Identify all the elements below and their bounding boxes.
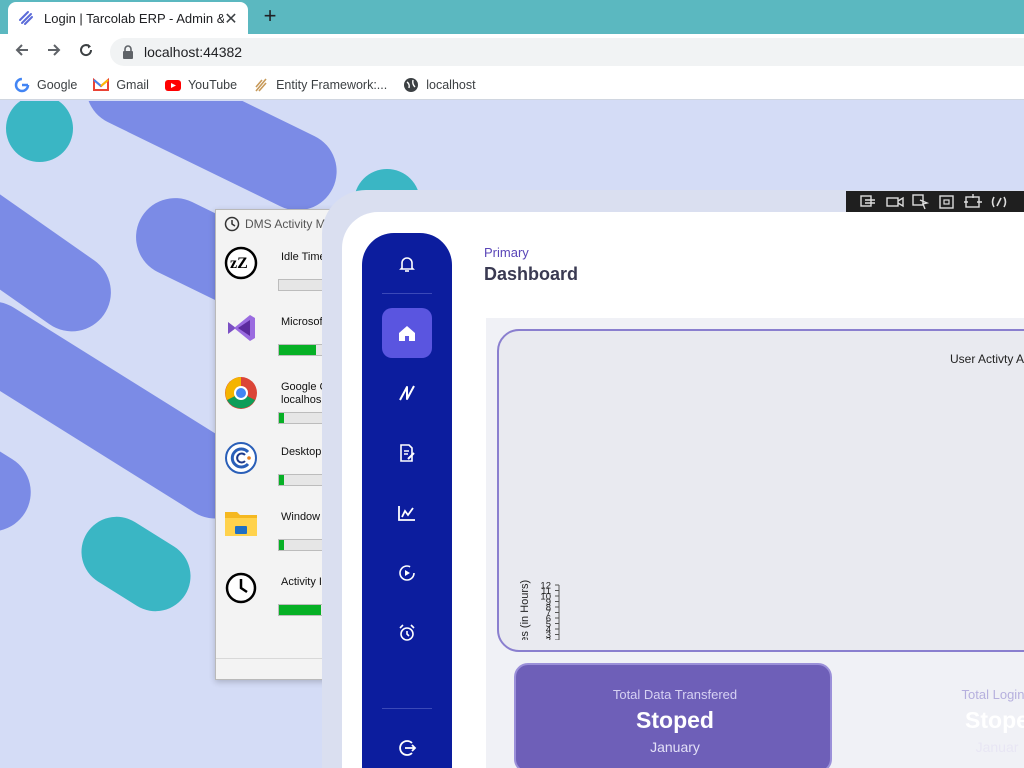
back-button[interactable] xyxy=(11,41,33,63)
sidebar-logout[interactable] xyxy=(382,723,432,768)
clock-icon xyxy=(225,572,257,604)
bookmark-gmail[interactable]: Gmail xyxy=(93,77,149,93)
stat-value: Stope xyxy=(965,707,1024,733)
dms-app-name: Idle Time xyxy=(281,251,326,263)
chart-icon xyxy=(398,506,415,521)
desktop-app-icon xyxy=(225,442,257,474)
bookmark-label: Google xyxy=(37,77,78,92)
stat-month: January xyxy=(650,739,700,755)
layout-adorners-icon[interactable] xyxy=(938,194,956,210)
decor-band xyxy=(72,101,350,224)
entity-framework-icon xyxy=(255,77,267,92)
sidebar-divider xyxy=(382,708,432,709)
url-text: localhost:44382 xyxy=(144,44,243,60)
reload-button[interactable] xyxy=(75,41,97,63)
page-title: Dashboard xyxy=(484,264,579,284)
dms-app-name: Google C localhos xyxy=(281,381,327,406)
live-tree-icon[interactable] xyxy=(860,194,878,210)
bookmark-label: localhost xyxy=(426,77,476,92)
sidebar-documents[interactable] xyxy=(382,428,432,478)
visual-studio-icon xyxy=(228,315,255,341)
arrow-right-icon xyxy=(48,44,61,56)
forward-button[interactable] xyxy=(43,41,65,63)
history-icon xyxy=(399,565,415,581)
breadcrumb[interactable]: Primary xyxy=(484,245,529,260)
sidebar-history[interactable] xyxy=(382,548,432,598)
browser-toolbar: localhost:44382 xyxy=(0,34,1024,70)
dms-app-name: Activity I xyxy=(281,576,322,588)
camera-icon[interactable] xyxy=(886,194,904,210)
decor-circle xyxy=(6,101,73,162)
globe-icon xyxy=(404,77,419,92)
arrow-left-icon xyxy=(15,44,28,56)
alarm-icon xyxy=(399,624,415,641)
sidebar-home[interactable] xyxy=(382,308,432,358)
dms-app-name: Window xyxy=(281,511,321,523)
y-axis-label: Uses (in Hours) xyxy=(519,580,531,640)
lock-icon xyxy=(123,45,133,59)
dms-progress-fill xyxy=(279,540,285,550)
devtools-toolbar xyxy=(846,191,1024,213)
dms-app-name: Microsof xyxy=(281,316,323,328)
bookmark-youtube[interactable]: YouTube xyxy=(164,77,238,93)
tab-title: Login | Tarcolab ERP - Admin & D xyxy=(44,10,224,26)
track-focus-icon[interactable] xyxy=(964,194,982,210)
stat-month: Januar xyxy=(975,739,1019,755)
sidebar-analytics[interactable] xyxy=(382,488,432,538)
decor-pill xyxy=(68,503,204,625)
sidebar-notifications[interactable] xyxy=(382,239,432,289)
chrome-icon xyxy=(225,377,257,409)
svg-text:zZ: zZ xyxy=(230,255,248,272)
sidebar-merge[interactable] xyxy=(382,368,432,418)
app-sidebar xyxy=(362,233,452,768)
bookmark-entity-framework[interactable]: Entity Framework:... xyxy=(253,77,387,93)
address-bar[interactable]: localhost:44382 xyxy=(110,38,1024,66)
dms-progress-fill xyxy=(279,413,285,423)
stat-label: Total Data Transfered xyxy=(612,687,738,702)
google-icon xyxy=(14,77,30,92)
dms-progress-fill xyxy=(279,345,317,355)
app-window: Primary Dashboard User Activty A 0123456… xyxy=(342,212,1024,768)
stat-card-data-transfer: Total Data Transfered Stoped January xyxy=(514,663,832,768)
bookmark-label: YouTube xyxy=(187,77,238,92)
file-explorer-icon xyxy=(225,512,257,536)
dms-title: DMS Activity M xyxy=(245,217,326,231)
user-activity-chart: 0123456789101112Uses (in Hours)ActMon.ex… xyxy=(519,580,560,640)
y-tick-label: 12 xyxy=(540,581,551,592)
youtube-icon xyxy=(164,79,181,91)
home-icon xyxy=(399,326,415,341)
dms-progress-fill xyxy=(279,605,322,615)
browser-tab-bar: Login | Tarcolab ERP - Admin & D ✕ + xyxy=(0,0,1024,34)
merge-icon xyxy=(399,385,415,401)
stat-card-total-login: Total Login Stope Januar xyxy=(842,663,1024,768)
reload-icon xyxy=(80,44,93,57)
bookmarks-bar: Google Gmail YouTube Entity Framework:..… xyxy=(0,70,1024,100)
stat-label: Total Login xyxy=(961,687,1024,702)
clock-icon xyxy=(224,216,240,232)
sidebar-alarm[interactable] xyxy=(382,608,432,658)
dms-progress-fill xyxy=(279,475,285,485)
logout-icon xyxy=(399,740,417,756)
gmail-icon xyxy=(93,77,110,91)
bookmark-localhost[interactable]: localhost xyxy=(403,77,476,93)
decor-band xyxy=(0,426,46,547)
new-tab-button[interactable]: + xyxy=(258,4,282,28)
stat-value: Stoped xyxy=(636,707,714,733)
bell-icon xyxy=(399,257,415,272)
tarcolab-favicon-icon xyxy=(19,11,33,25)
browser-tab[interactable]: Login | Tarcolab ERP - Admin & D ✕ xyxy=(8,2,248,34)
bookmark-label: Gmail xyxy=(116,77,149,92)
edit-document-icon xyxy=(400,444,415,462)
dms-app-name: Desktop xyxy=(281,446,322,458)
bookmark-label: Entity Framework:... xyxy=(276,77,388,92)
tab-close-icon[interactable]: ✕ xyxy=(222,9,240,29)
select-element-icon[interactable] xyxy=(912,194,930,210)
hot-reload-icon[interactable] xyxy=(990,194,1008,210)
sidebar-divider xyxy=(382,293,432,294)
bookmark-google[interactable]: Google xyxy=(14,77,77,93)
sleep-zz-icon: zZ xyxy=(224,246,258,280)
